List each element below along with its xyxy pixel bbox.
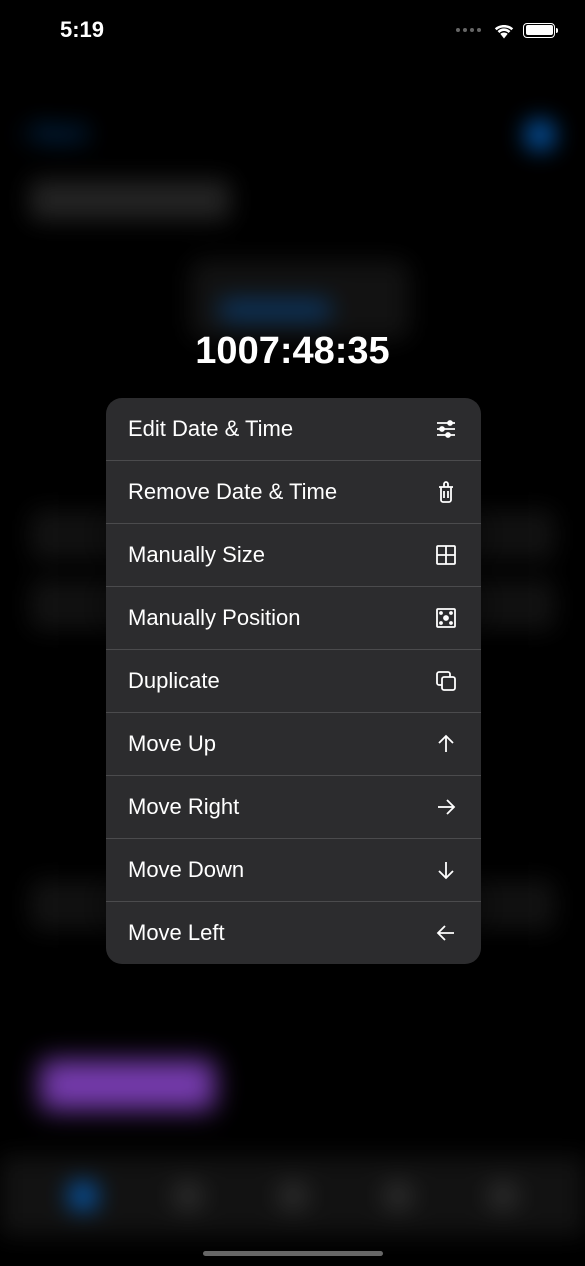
menu-move-right[interactable]: Move Right [106, 776, 481, 839]
menu-edit-date-time[interactable]: Edit Date & Time [106, 398, 481, 461]
menu-move-left[interactable]: Move Left [106, 902, 481, 964]
arrow-up-icon [433, 731, 459, 757]
menu-label: Move Down [128, 857, 244, 883]
position-icon [433, 605, 459, 631]
menu-manually-position[interactable]: Manually Position [106, 587, 481, 650]
menu-manually-size[interactable]: Manually Size [106, 524, 481, 587]
menu-label: Manually Size [128, 542, 265, 568]
arrow-down-icon [433, 857, 459, 883]
menu-label: Move Right [128, 794, 239, 820]
wifi-icon [493, 22, 515, 38]
menu-label: Edit Date & Time [128, 416, 293, 442]
arrow-left-icon [433, 920, 459, 946]
menu-move-up[interactable]: Move Up [106, 713, 481, 776]
timer-display: 1007:48:35 [0, 330, 585, 373]
home-indicator[interactable] [203, 1251, 383, 1256]
menu-label: Manually Position [128, 605, 300, 631]
menu-label: Move Up [128, 731, 216, 757]
menu-label: Move Left [128, 920, 225, 946]
status-time: 5:19 [60, 17, 104, 43]
menu-label: Duplicate [128, 668, 220, 694]
context-menu: Edit Date & Time Remove Date & Time Manu… [106, 398, 481, 964]
duplicate-icon [433, 668, 459, 694]
resize-icon [433, 542, 459, 568]
menu-duplicate[interactable]: Duplicate [106, 650, 481, 713]
menu-move-down[interactable]: Move Down [106, 839, 481, 902]
arrow-right-icon [433, 794, 459, 820]
status-bar: 5:19 [0, 0, 585, 60]
sliders-icon [433, 416, 459, 442]
menu-label: Remove Date & Time [128, 479, 337, 505]
cellular-dots-icon [456, 28, 481, 32]
menu-remove-date-time[interactable]: Remove Date & Time [106, 461, 481, 524]
trash-icon [433, 479, 459, 505]
battery-icon [523, 23, 555, 38]
status-indicators [456, 22, 555, 38]
